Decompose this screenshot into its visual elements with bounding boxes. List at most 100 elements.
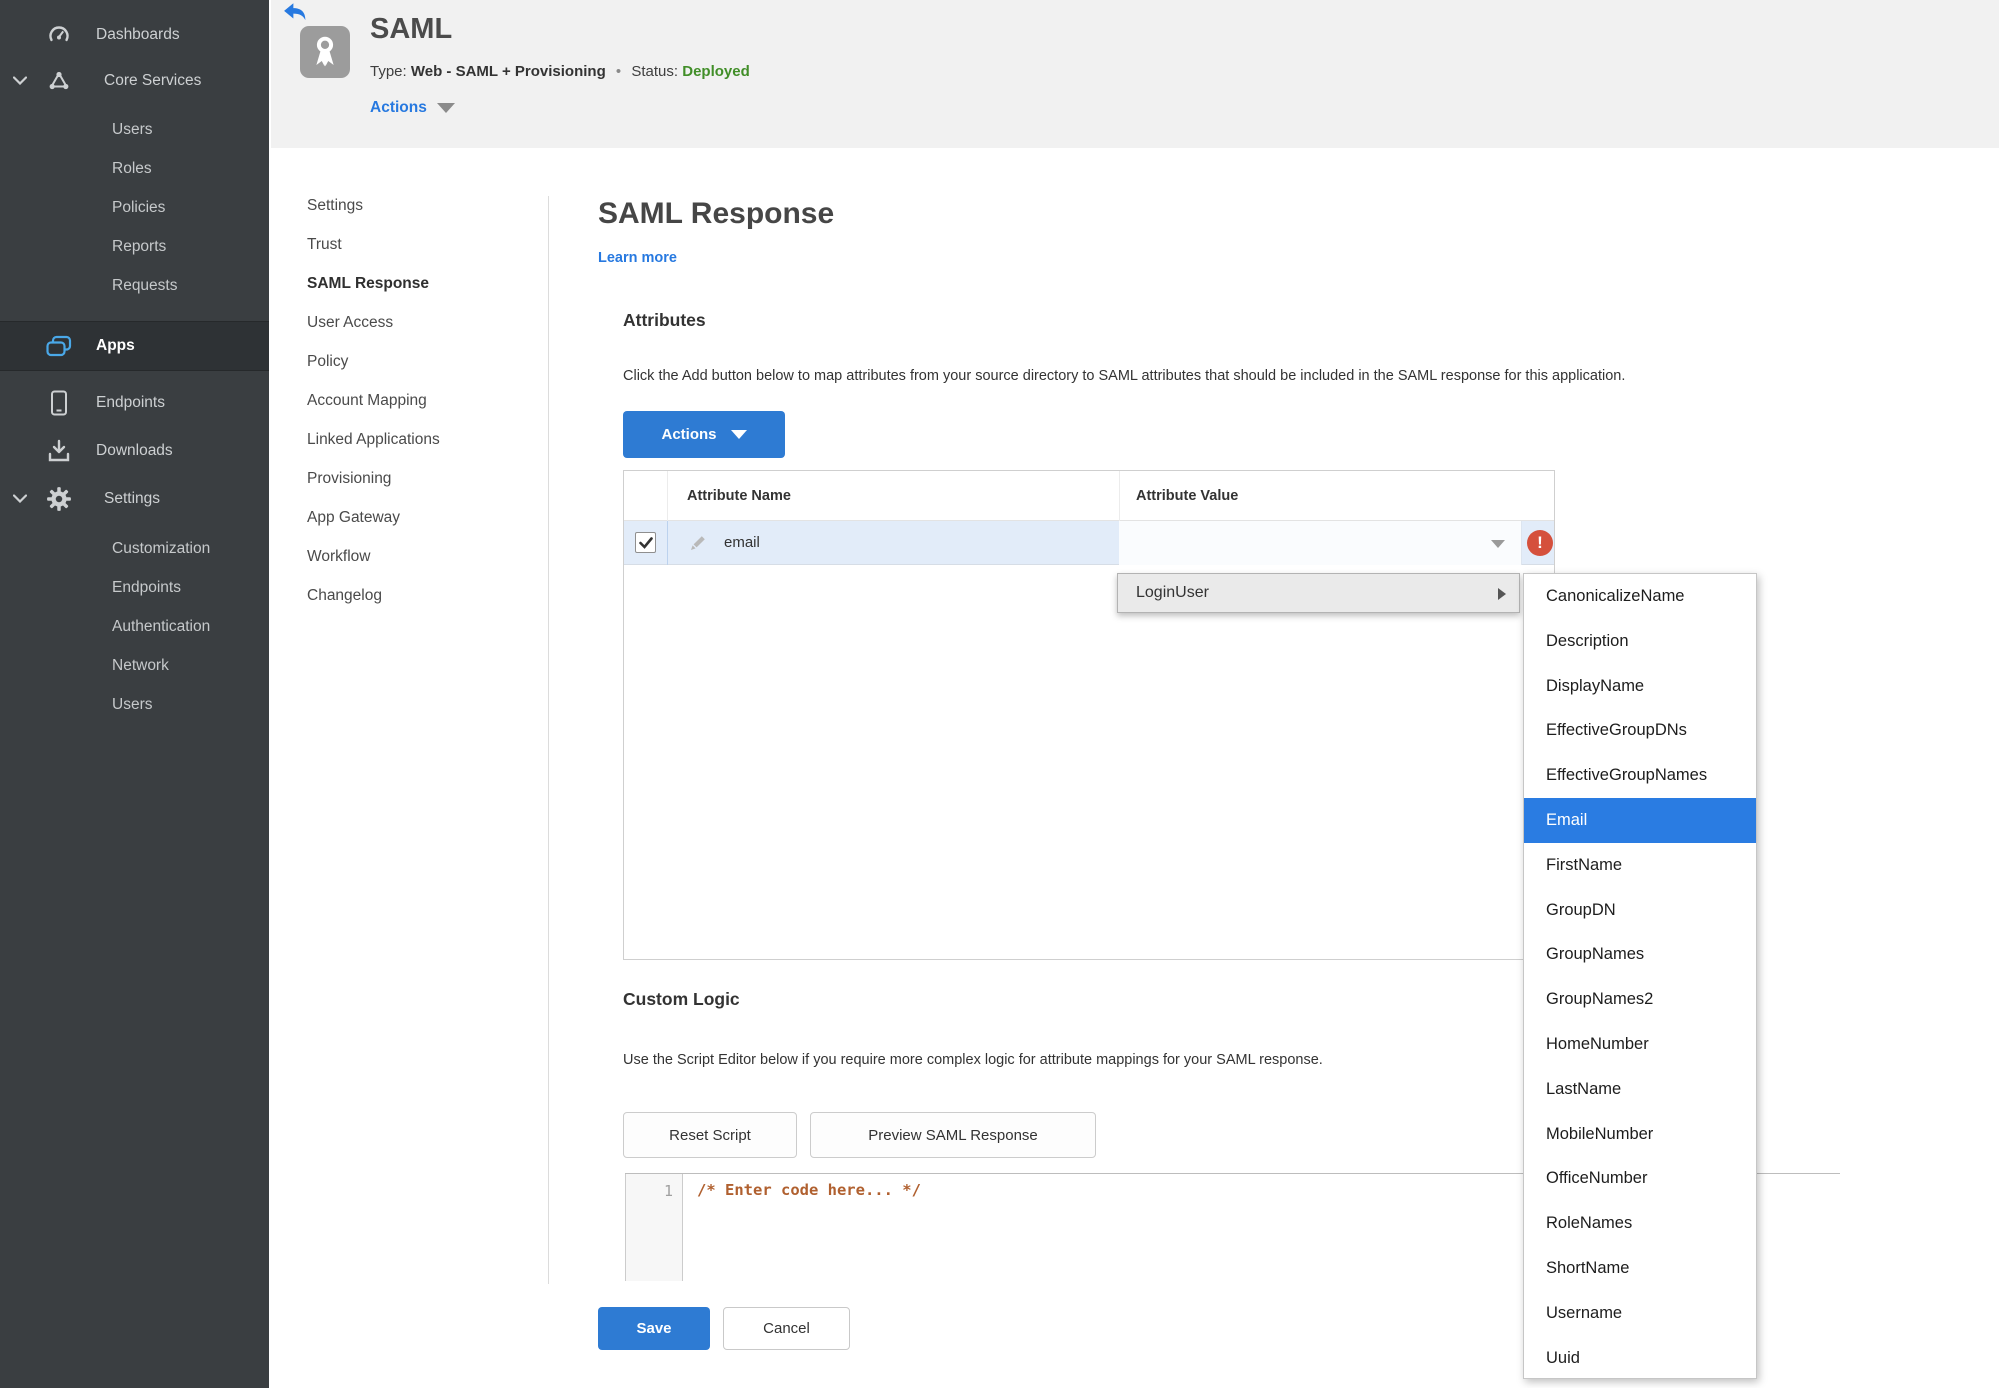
- subnav-item-trust[interactable]: Trust: [307, 225, 440, 264]
- apps-icon: [44, 335, 74, 358]
- submenu-arrow-icon: [1498, 588, 1506, 600]
- app-ribbon-icon: [300, 26, 350, 78]
- menu-item-groupnames2[interactable]: GroupNames2: [1524, 977, 1756, 1022]
- header-actions-label: Actions: [370, 99, 427, 116]
- subnav-item-account-mapping[interactable]: Account Mapping: [307, 381, 440, 420]
- column-divider: [667, 471, 668, 521]
- sidebar-item-roles[interactable]: Roles: [0, 149, 269, 188]
- menu-item-effectivegroupdns[interactable]: EffectiveGroupDNs: [1524, 708, 1756, 753]
- column-divider: [1119, 471, 1120, 521]
- sidebar-item-apps[interactable]: Apps: [0, 321, 269, 371]
- menu-item-effectivegroupnames[interactable]: EffectiveGroupNames: [1524, 753, 1756, 798]
- sidebar-item-settings-users[interactable]: Users: [0, 685, 269, 724]
- menu-item-email[interactable]: Email: [1524, 797, 1756, 843]
- type-value: Web - SAML + Provisioning: [410, 63, 606, 80]
- chevron-down-icon: [12, 490, 28, 508]
- sidebar-item-network[interactable]: Network: [0, 646, 269, 685]
- subnav-item-app-gateway[interactable]: App Gateway: [307, 498, 440, 537]
- dropdown-parent-label: LoginUser: [1136, 584, 1209, 601]
- menu-item-uuid[interactable]: Uuid: [1524, 1336, 1756, 1381]
- app-header: SAML Type: Web - SAML + Provisioning • S…: [271, 0, 1999, 148]
- dropdown-submenu: CanonicalizeName Description DisplayName…: [1523, 573, 1757, 1379]
- menu-item-groupdn[interactable]: GroupDN: [1524, 888, 1756, 933]
- cancel-button[interactable]: Cancel: [723, 1307, 850, 1350]
- status-badge: Deployed: [682, 63, 750, 80]
- menu-item-description[interactable]: Description: [1524, 619, 1756, 664]
- back-arrow-icon[interactable]: [283, 2, 307, 22]
- menu-item-groupnames[interactable]: GroupNames: [1524, 932, 1756, 977]
- menu-item-officenumber[interactable]: OfficeNumber: [1524, 1156, 1756, 1201]
- row-checkbox[interactable]: [635, 532, 656, 553]
- dropdown-menu-loginuser[interactable]: LoginUser: [1117, 573, 1520, 613]
- line-number: 1: [663, 1182, 673, 1200]
- app-meta: Type: Web - SAML + Provisioning • Status…: [370, 63, 750, 80]
- preview-saml-response-button[interactable]: Preview SAML Response: [810, 1112, 1096, 1158]
- sidebar-item-core-services[interactable]: Core Services: [0, 58, 269, 104]
- menu-item-rolenames[interactable]: RoleNames: [1524, 1201, 1756, 1246]
- checkbox-check-icon: [638, 536, 653, 549]
- menu-item-shortname[interactable]: ShortName: [1524, 1246, 1756, 1291]
- meta-separator: •: [615, 63, 622, 80]
- sidebar-item-requests[interactable]: Requests: [0, 266, 269, 305]
- menu-item-homenumber[interactable]: HomeNumber: [1524, 1022, 1756, 1067]
- sidebar-item-label: Downloads: [96, 442, 173, 459]
- sidebar-item-users[interactable]: Users: [0, 110, 269, 149]
- actions-button-label: Actions: [661, 426, 717, 443]
- gear-icon: [44, 486, 74, 512]
- chevron-down-icon: [436, 103, 455, 113]
- sidebar-item-downloads[interactable]: Downloads: [0, 427, 269, 475]
- subnav-item-user-access[interactable]: User Access: [307, 303, 440, 342]
- sidebar-item-reports[interactable]: Reports: [0, 227, 269, 266]
- menu-item-username[interactable]: Username: [1524, 1291, 1756, 1336]
- sidebar-item-settings[interactable]: Settings: [0, 475, 269, 523]
- editor-gutter: 1: [625, 1174, 683, 1281]
- sidebar-item-label: Endpoints: [96, 394, 165, 411]
- subnav-item-settings[interactable]: Settings: [307, 186, 440, 225]
- table-header: Attribute Name Attribute Value: [624, 471, 1554, 521]
- subnav-item-saml-response[interactable]: SAML Response: [307, 264, 440, 303]
- app-title: SAML: [370, 13, 453, 45]
- save-button[interactable]: Save: [598, 1307, 710, 1350]
- subnav-item-provisioning[interactable]: Provisioning: [307, 459, 440, 498]
- sidebar-item-endpoints[interactable]: Endpoints: [0, 379, 269, 427]
- sidebar-item-customization[interactable]: Customization: [0, 529, 269, 568]
- menu-item-canonicalizename[interactable]: CanonicalizeName: [1524, 574, 1756, 619]
- core-services-icon: [44, 69, 74, 93]
- gauge-icon: [44, 23, 74, 47]
- subnav-item-linked-applications[interactable]: Linked Applications: [307, 420, 440, 459]
- attributes-heading: Attributes: [623, 310, 706, 330]
- sidebar: Dashboards Core Services Users Roles Pol…: [0, 0, 269, 1388]
- attributes-table: Attribute Name Attribute Value email !: [623, 470, 1555, 960]
- editor-code[interactable]: /* Enter code here... */: [697, 1181, 921, 1199]
- header-actions-menu[interactable]: Actions: [370, 99, 455, 117]
- subnav-item-changelog[interactable]: Changelog: [307, 576, 440, 615]
- menu-item-firstname[interactable]: FirstName: [1524, 843, 1756, 888]
- page: Dashboards Core Services Users Roles Pol…: [0, 0, 1999, 1388]
- sidebar-item-authentication[interactable]: Authentication: [0, 607, 269, 646]
- sidebar-item-dashboards[interactable]: Dashboards: [0, 12, 269, 58]
- menu-item-lastname[interactable]: LastName: [1524, 1067, 1756, 1112]
- custom-logic-description: Use the Script Editor below if you requi…: [623, 1052, 1323, 1068]
- sidebar-item-label: Settings: [104, 490, 161, 507]
- error-icon: !: [1527, 530, 1553, 556]
- subnav: Settings Trust SAML Response User Access…: [307, 186, 440, 615]
- reset-script-button[interactable]: Reset Script: [623, 1112, 797, 1158]
- sidebar-item-policies[interactable]: Policies: [0, 188, 269, 227]
- menu-item-displayname[interactable]: DisplayName: [1524, 664, 1756, 709]
- endpoints-icon: [44, 390, 74, 416]
- attributes-actions-button[interactable]: Actions: [623, 411, 785, 458]
- table-row[interactable]: email !: [624, 521, 1554, 565]
- sidebar-item-label: Apps: [96, 337, 135, 354]
- sidebar-item-settings-endpoints[interactable]: Endpoints: [0, 568, 269, 607]
- subnav-item-policy[interactable]: Policy: [307, 342, 440, 381]
- chevron-down-icon: [730, 430, 747, 439]
- menu-item-mobilenumber[interactable]: MobileNumber: [1524, 1112, 1756, 1157]
- status-label: Status:: [631, 63, 679, 80]
- attribute-name-cell: email: [724, 534, 760, 551]
- attribute-value-select[interactable]: [1119, 521, 1522, 565]
- subnav-item-workflow[interactable]: Workflow: [307, 537, 440, 576]
- learn-more-link[interactable]: Learn more: [598, 250, 677, 266]
- downloads-icon: [44, 439, 74, 463]
- pencil-icon[interactable]: [688, 533, 708, 558]
- custom-logic-heading: Custom Logic: [623, 989, 740, 1009]
